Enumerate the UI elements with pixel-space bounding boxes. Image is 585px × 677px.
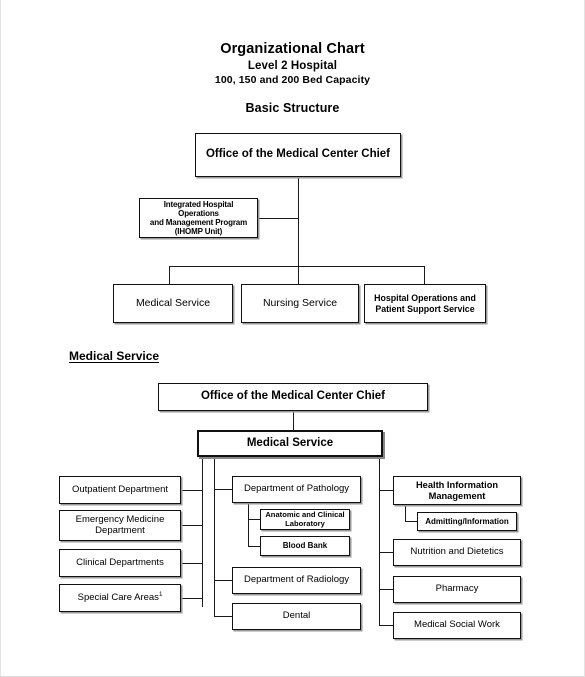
node-nutrition-and-dietetics[interactable]: Nutrition and Dietetics: [393, 539, 521, 566]
org-chart-page: Organizational Chart Level 2 Hospital 10…: [0, 0, 585, 677]
node-office-of-the-medical-center-chief-top[interactable]: Office of the Medical Center Chief: [195, 133, 401, 177]
node-label: Department of Radiology: [243, 574, 350, 586]
connector-drop-nursing-service: [297, 266, 299, 284]
node-medical-service-head[interactable]: Medical Service: [197, 430, 383, 457]
node-label: Medical Social Work: [414, 619, 500, 631]
node-label: Dental: [282, 610, 311, 622]
section-heading-medical-service: Medical Service: [69, 349, 160, 363]
connector-middle-branch-pathology: [214, 489, 232, 491]
node-label: Clinical Departments: [76, 556, 164, 568]
connector-him-branch-admitting: [405, 521, 417, 523]
connector-pathology-branch-lab: [248, 519, 260, 521]
node-label: Pharmacy: [435, 583, 479, 595]
node-label: Emergency Medicine Department: [75, 513, 165, 536]
node-medical-social-work[interactable]: Medical Social Work: [393, 612, 521, 639]
node-dental[interactable]: Dental: [232, 603, 361, 630]
node-label: Nutrition and Dietetics: [410, 546, 504, 558]
page-title: Organizational Chart: [220, 41, 365, 57]
node-label: Department of Pathology: [243, 483, 350, 495]
node-label: Hospital Operations and Patient Support …: [374, 293, 476, 314]
node-admitting-information[interactable]: Admitting/Information: [417, 512, 517, 531]
node-label: Blood Bank: [282, 541, 328, 551]
connector-left-branch-2: [181, 525, 202, 527]
connector-pathology-subtrunk: [248, 503, 250, 547]
node-label: Integrated Hospital Operations and Manag…: [149, 199, 248, 237]
node-anatomic-and-clinical-laboratory[interactable]: Anatomic and Clinical Laboratory: [260, 509, 350, 530]
node-clinical-departments[interactable]: Clinical Departments: [59, 549, 181, 577]
connector-left-branch-4: [181, 598, 202, 600]
node-label: Anatomic and Clinical Laboratory: [265, 509, 345, 528]
connector-right-branch-social-work: [379, 625, 393, 627]
connector-right-branch-nutrition: [379, 552, 393, 554]
connector-ihomp-elbow: [258, 217, 298, 219]
node-label: Health Information Management: [415, 479, 499, 501]
node-special-care-areas[interactable]: Special Care Areas1: [59, 584, 181, 612]
footnote-marker: 1: [158, 590, 163, 598]
connector-right-branch-pharmacy: [379, 589, 393, 591]
connector-right-branch-him: [379, 490, 393, 492]
node-outpatient-department[interactable]: Outpatient Department: [59, 476, 181, 504]
node-nursing-service-division[interactable]: Nursing Service: [241, 284, 359, 323]
connector-right-trunk: [379, 457, 381, 626]
node-label: Office of the Medical Center Chief: [200, 390, 386, 403]
node-label: Office of the Medical Center Chief: [205, 148, 391, 161]
node-medical-service-division[interactable]: Medical Service: [113, 284, 233, 323]
node-pharmacy[interactable]: Pharmacy: [393, 576, 521, 603]
page-subtitle-1: Level 2 Hospital: [247, 60, 338, 72]
connector-left-trunk: [201, 457, 203, 607]
node-label: Medical Service: [246, 436, 334, 449]
connector-drop-medical-service: [169, 266, 171, 284]
connector-middle-branch-dental: [214, 616, 232, 618]
node-office-of-the-medical-center-chief-medical[interactable]: Office of the Medical Center Chief: [158, 383, 428, 411]
node-blood-bank[interactable]: Blood Bank: [260, 536, 350, 556]
node-label: Nursing Service: [262, 297, 338, 310]
connector-drop-hospital-ops: [424, 266, 426, 284]
node-label: Outpatient Department: [71, 483, 169, 495]
connector-root-trunk: [297, 177, 299, 266]
node-ihomp-unit[interactable]: Integrated Hospital Operations and Manag…: [139, 198, 258, 238]
connector-him-subtrunk: [405, 505, 407, 522]
node-label: Special Care Areas1: [77, 590, 163, 603]
connector-root-to-medical-service: [292, 411, 294, 430]
connector-left-branch-3: [181, 563, 202, 565]
node-hospital-operations-patient-support-service[interactable]: Hospital Operations and Patient Support …: [364, 284, 486, 323]
section-heading-basic-structure: Basic Structure: [245, 101, 340, 115]
node-department-of-radiology[interactable]: Department of Radiology: [232, 567, 361, 594]
connector-pathology-branch-bloodbank: [248, 546, 260, 548]
node-label: Medical Service: [135, 297, 211, 310]
connector-left-branch-1: [181, 490, 202, 492]
node-emergency-medicine-department[interactable]: Emergency Medicine Department: [59, 510, 181, 541]
page-subtitle-2: 100, 150 and 200 Bed Capacity: [214, 74, 371, 86]
node-department-of-pathology[interactable]: Department of Pathology: [232, 476, 361, 503]
connector-middle-trunk: [214, 457, 216, 617]
connector-middle-branch-radiology: [214, 580, 232, 582]
node-health-information-management[interactable]: Health Information Management: [393, 476, 521, 505]
node-label: Admitting/Information: [425, 516, 509, 526]
